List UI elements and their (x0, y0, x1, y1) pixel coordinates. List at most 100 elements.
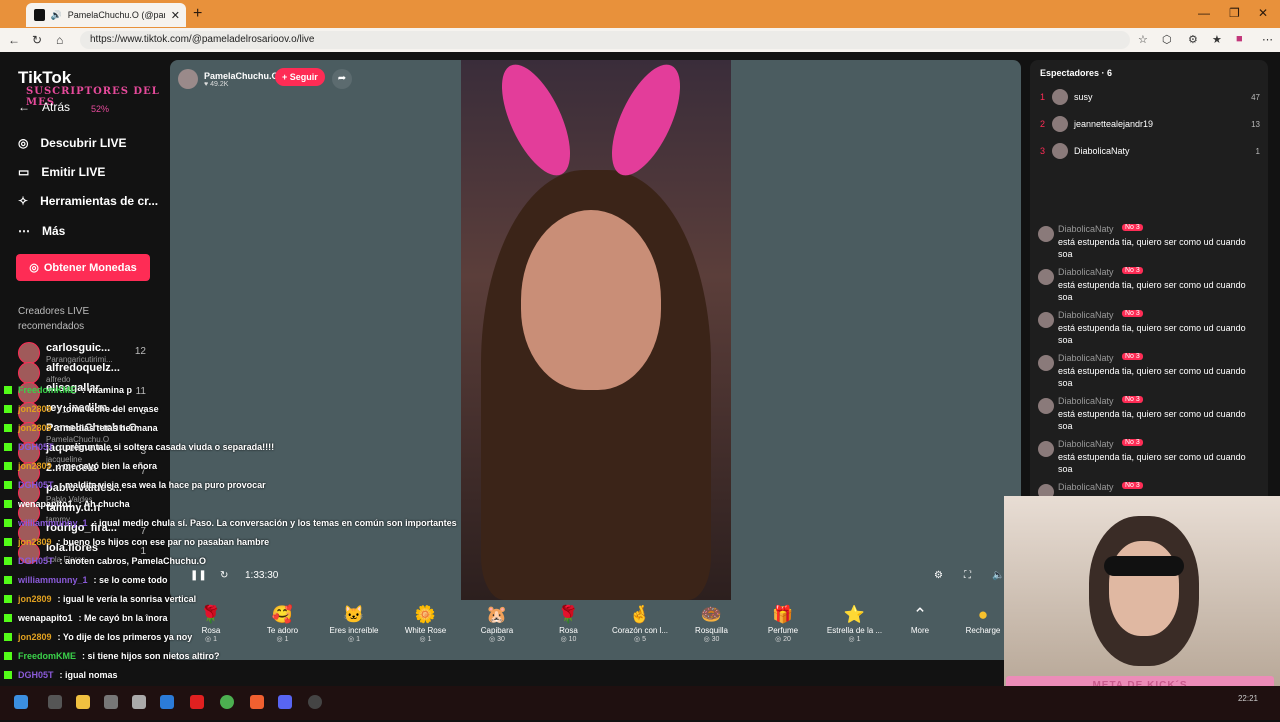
gift-item[interactable]: 🍩 Rosquilla ◎ 30 (677, 604, 747, 643)
overlay-chat-user: FreedomKME (18, 384, 77, 395)
gift-item[interactable]: 🐹 Capibara ◎ 30 (462, 604, 532, 643)
chrome-icon[interactable] (220, 695, 234, 709)
new-tab-button[interactable]: + (193, 5, 202, 23)
overlay-chat-user: DGH05T (18, 555, 54, 566)
follow-button[interactable]: + Seguir (275, 68, 325, 86)
get-coins-button[interactable]: ◎ Obtener Monedas (16, 254, 150, 281)
overlay-chat-text: : toma leche del envase (57, 403, 159, 414)
gift-item[interactable]: 🤞 Corazón con l... ◎ 5 (605, 604, 675, 643)
gift-item[interactable]: 🌼 White Rose ◎ 1 (391, 604, 461, 643)
youtube-icon[interactable] (190, 695, 204, 709)
comment-avatar[interactable] (1038, 226, 1054, 242)
streamer-name[interactable]: PamelaChuchu.O (204, 71, 279, 81)
comment-avatar[interactable] (1038, 269, 1054, 285)
back-link[interactable]: ← Atrás (18, 100, 70, 114)
streamer-avatar[interactable] (178, 69, 198, 89)
profile-icon[interactable]: ■ (1236, 33, 1243, 45)
viewer-avatar[interactable] (1052, 143, 1068, 159)
settings-icon[interactable]: ⚙ (934, 570, 943, 581)
comment-user[interactable]: DiabolicaNaty (1058, 310, 1114, 320)
close-window-icon[interactable]: ✕ (1258, 6, 1268, 20)
gift-name: Corazón con l... (611, 626, 669, 635)
coin-icon: ◎ (29, 262, 39, 274)
brave-icon[interactable] (250, 695, 264, 709)
compass-icon: ◎ (18, 136, 29, 150)
refresh-icon[interactable]: ↻ (220, 570, 228, 581)
kick-icon (4, 556, 12, 565)
speaker-icon[interactable]: 🔊 (51, 10, 62, 21)
comment-user[interactable]: DiabolicaNaty (1058, 482, 1114, 492)
menu-label: Más (42, 224, 66, 238)
back-arrow-icon[interactable]: ← (8, 33, 20, 47)
share-icon[interactable]: ➦ (332, 69, 352, 89)
comment-avatar[interactable] (1038, 441, 1054, 457)
tiktok-logo[interactable]: TikTok (18, 68, 71, 88)
fullscreen-icon[interactable]: ⛶ (964, 570, 971, 581)
browser-tab[interactable]: 🔊 PamelaChuchu.O (@pameladelrosarioov.o)… (26, 3, 186, 27)
streamer-likes: ♥ 49.2K (204, 80, 229, 88)
taskbar-clock[interactable]: 22:21 (1238, 694, 1258, 704)
close-tab-icon[interactable]: ✕ (171, 9, 180, 22)
comment-user[interactable]: DiabolicaNaty (1058, 267, 1114, 277)
comment-user[interactable]: DiabolicaNaty (1058, 396, 1114, 406)
menu-dots-icon[interactable]: ⋯ (1262, 33, 1273, 46)
edge-icon[interactable] (160, 695, 174, 709)
viewer-row[interactable]: 1 susy 47 (1040, 88, 1260, 106)
kick-icon (4, 537, 12, 546)
menu-go-live[interactable]: ▭ Emitir LIVE (18, 165, 105, 179)
viewer-avatar[interactable] (1052, 116, 1068, 132)
gift-name: White Rose (404, 626, 447, 635)
overlay-chat-text: : Me cayó bn la înora (78, 612, 168, 623)
task-view-icon[interactable] (48, 695, 62, 709)
menu-discover-live[interactable]: ◎ Descubrir LIVE (18, 136, 127, 150)
gift-item[interactable]: 🎁 Perfume ◎ 20 (748, 604, 818, 643)
home-icon[interactable]: ⌂ (56, 33, 63, 47)
overlay-chat-line: jon2809: me cayó bien la eñora (4, 456, 157, 475)
gift-price: ◎ 1 (276, 636, 289, 643)
discord-icon[interactable] (278, 695, 292, 709)
overlay-chat-text: : medias tetas hermana (57, 422, 158, 433)
menu-more[interactable]: ⋯ Más (18, 224, 65, 238)
more-gifts-button[interactable]: ⌃ More (885, 604, 955, 635)
comment-avatar[interactable] (1038, 312, 1054, 328)
viewer-name[interactable]: susy (1074, 92, 1093, 102)
gift-item[interactable]: 🌹 Rosa ◎ 10 (534, 604, 604, 643)
comment-user[interactable]: DiabolicaNaty (1058, 353, 1114, 363)
obs-icon[interactable] (308, 695, 322, 709)
gift-icon: 🥰 (271, 605, 294, 624)
viewers-title: Espectadores · 6 (1040, 68, 1113, 78)
pause-icon[interactable]: ❚❚ (190, 570, 207, 581)
gift-item[interactable]: 🥰 Te adoro ◎ 1 (248, 604, 318, 643)
viewer-row[interactable]: 3 DiabolicaNaty 1 (1040, 142, 1260, 160)
settings-icon[interactable]: ⚙ (1188, 33, 1198, 46)
live-video[interactable] (461, 60, 731, 600)
volume-icon[interactable]: 🔈 (992, 570, 1004, 581)
overlay-chat-user: jon2809 (18, 536, 52, 547)
gift-icon: 🤞 (629, 605, 651, 624)
creator-avatar[interactable] (18, 342, 40, 364)
store-icon[interactable] (104, 695, 118, 709)
gift-item[interactable]: 🐱 Eres increíble ◎ 1 (319, 604, 389, 643)
minimize-icon[interactable]: — (1198, 6, 1210, 20)
url-input[interactable]: https://www.tiktok.com/@pameladelrosario… (80, 31, 1130, 49)
viewer-name[interactable]: DiabolicaNaty (1074, 146, 1130, 156)
comment-user[interactable]: DiabolicaNaty (1058, 439, 1114, 449)
gift-item[interactable]: ⭐ Estrella de la ... ◎ 1 (820, 604, 890, 643)
favorites-icon[interactable]: ★ (1212, 33, 1222, 46)
app-icon[interactable] (132, 695, 146, 709)
windows-start-icon[interactable] (14, 695, 28, 709)
comment-user[interactable]: DiabolicaNaty (1058, 224, 1114, 234)
streamer-info[interactable]: PamelaChuchu.O ♥ 49.2K (178, 68, 279, 90)
bookmark-star-icon[interactable]: ☆ (1138, 33, 1148, 46)
reload-icon[interactable]: ↻ (32, 33, 42, 47)
menu-creator-tools[interactable]: ✧ Herramientas de cr... (18, 194, 158, 208)
comment-avatar[interactable] (1038, 355, 1054, 371)
comment-avatar[interactable] (1038, 398, 1054, 414)
browser-titlebar: 🔊 PamelaChuchu.O (@pameladelrosarioov.o)… (0, 0, 1280, 28)
viewer-row[interactable]: 2 jeannettealejandr19 13 (1040, 115, 1260, 133)
viewer-name[interactable]: jeannettealejandr19 (1074, 119, 1153, 129)
file-explorer-icon[interactable] (76, 695, 90, 709)
viewer-avatar[interactable] (1052, 89, 1068, 105)
maximize-icon[interactable]: ❐ (1229, 6, 1240, 20)
extension-icon[interactable]: ⬡ (1162, 33, 1172, 46)
